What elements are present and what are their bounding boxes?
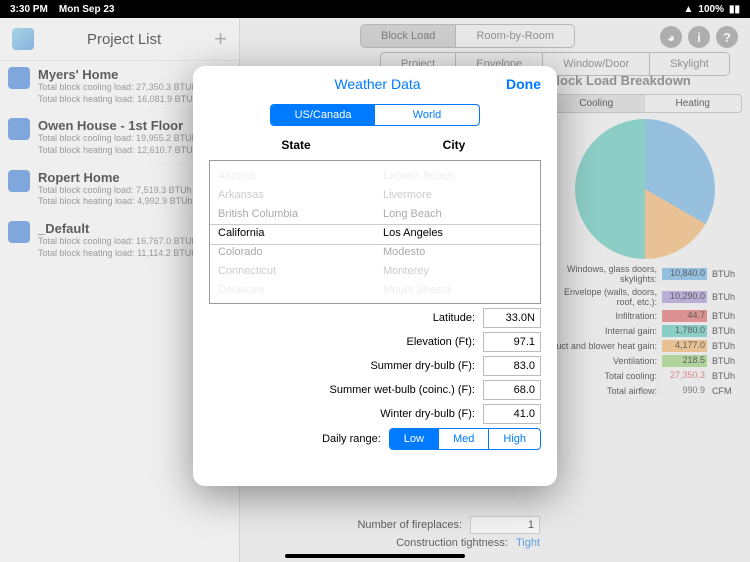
- picker-item[interactable]: Los Angeles: [383, 227, 532, 239]
- latitude-input[interactable]: 33.0N: [483, 308, 541, 328]
- breakdown-row: Ventilation:218.5BTUh: [547, 355, 742, 367]
- breakdown-row: Envelope (walls, doors, roof, etc.):10,2…: [547, 287, 742, 307]
- home-icon: [8, 221, 30, 243]
- tab-heating[interactable]: Heating: [645, 95, 742, 112]
- top-segment-main[interactable]: Block Load Room-by-Room: [360, 24, 575, 48]
- breakdown-row: Total cooling:27,350.3BTUh: [547, 370, 742, 382]
- info-icon[interactable]: i: [688, 26, 710, 48]
- tab-block-load[interactable]: Block Load: [361, 25, 456, 47]
- picker-item[interactable]: Modesto: [383, 246, 532, 258]
- breakdown-row: Windows, glass doors, skylights:10,840.0…: [547, 264, 742, 284]
- project-list-title: Project List: [87, 31, 161, 48]
- project-name: Ropert Home: [38, 170, 193, 185]
- wifi-icon: ▲: [684, 4, 694, 15]
- picker-item[interactable]: Long Beach: [383, 208, 532, 220]
- project-heating: Total block heating load: 16,081.9 BTUh: [38, 94, 198, 106]
- summer-dry-input[interactable]: 83.0: [483, 356, 541, 376]
- region-us-canada[interactable]: US/Canada: [271, 105, 375, 125]
- tightness-label: Construction tightness:: [396, 537, 508, 549]
- project-cooling: Total block cooling load: 16,767.0 BTUh: [38, 236, 197, 248]
- latitude-label: Latitude:: [433, 312, 475, 324]
- home-icon: [8, 170, 30, 192]
- picker-item[interactable]: Colorado: [218, 246, 367, 258]
- cooling-heating-segment[interactable]: Cooling Heating: [547, 94, 742, 113]
- breakdown-row: Total airflow:990.9CFM: [547, 385, 742, 397]
- picker-item[interactable]: Livermore: [383, 189, 532, 201]
- modal-title: Weather Data: [249, 76, 506, 92]
- chart-icon[interactable]: ◕: [660, 26, 682, 48]
- region-segment[interactable]: US/Canada World: [270, 104, 480, 126]
- picker-item[interactable]: British Columbia: [218, 208, 367, 220]
- picker-item[interactable]: Arizona: [218, 170, 367, 182]
- breakdown-row: Duct and blower heat gain:4,177.0BTUh: [547, 340, 742, 352]
- range-high[interactable]: High: [489, 429, 540, 449]
- tab-cooling[interactable]: Cooling: [548, 95, 645, 112]
- status-time: 3:30 PM: [10, 4, 48, 15]
- city-header: City: [375, 134, 533, 156]
- project-name: Owen House - 1st Floor: [38, 118, 198, 133]
- weather-data-modal: Weather Data Done US/Canada World State …: [193, 66, 557, 486]
- picker-item[interactable]: Monterey: [383, 265, 532, 277]
- summer-dry-label: Summer dry-bulb (F):: [370, 360, 475, 372]
- home-icon: [8, 67, 30, 89]
- home-icon: [8, 118, 30, 140]
- daily-range-segment[interactable]: Low Med High: [389, 428, 541, 450]
- summer-wet-input[interactable]: 68.0: [483, 380, 541, 400]
- breakdown-title: Block Load Breakdown: [547, 73, 742, 88]
- picker-item[interactable]: Mount Shasta: [383, 284, 532, 296]
- picker-item[interactable]: Laguna Beach: [383, 170, 532, 182]
- region-world[interactable]: World: [375, 105, 479, 125]
- summer-wet-label: Summer wet-bulb (coinc.) (F):: [330, 384, 475, 396]
- picker-item[interactable]: Delaware: [218, 284, 367, 296]
- winter-dry-input[interactable]: 41.0: [483, 404, 541, 424]
- project-name: Myers' Home: [38, 67, 198, 82]
- range-med[interactable]: Med: [439, 429, 489, 449]
- pie-chart: [575, 119, 715, 259]
- status-date: Mon Sep 23: [59, 4, 115, 15]
- picker-item[interactable]: Connecticut: [218, 265, 367, 277]
- help-icon[interactable]: ?: [716, 26, 738, 48]
- home-indicator[interactable]: [285, 554, 465, 558]
- range-low[interactable]: Low: [390, 429, 439, 449]
- location-picker[interactable]: Arizona Arkansas British Columbia Californi…: [209, 160, 541, 304]
- status-bar: 3:30 PM Mon Sep 23 ▲ 100% ▮▮: [0, 0, 750, 18]
- add-project-icon[interactable]: +: [214, 26, 227, 52]
- project-cooling: Total block cooling load: 27,350.3 BTUh: [38, 82, 198, 94]
- picker-item[interactable]: California: [218, 227, 367, 239]
- battery-icon: ▮▮: [729, 4, 740, 15]
- daily-range-label: Daily range:: [322, 433, 381, 445]
- breakdown-row: Infiltration:44.7BTUh: [547, 310, 742, 322]
- project-name: _Default: [38, 221, 197, 236]
- state-picker[interactable]: Arizona Arkansas British Columbia Californi…: [210, 161, 375, 303]
- project-heating: Total block heating load: 12,610.7 BTUh: [38, 145, 198, 157]
- project-cooling: Total block cooling load: 19,955.2 BTUh: [38, 133, 198, 145]
- done-button[interactable]: Done: [506, 76, 541, 92]
- elevation-label: Elevation (Ft):: [407, 336, 475, 348]
- app-icon: [12, 28, 34, 50]
- winter-dry-label: Winter dry-bulb (F):: [380, 408, 475, 420]
- tab-window-door[interactable]: Window/Door: [543, 53, 650, 75]
- city-picker[interactable]: Laguna Beach Livermore Long Beach Los Angel…: [375, 161, 540, 303]
- project-heating: Total block heating load: 4,992.9 BTUh: [38, 196, 193, 208]
- elevation-input[interactable]: 97.1: [483, 332, 541, 352]
- tightness-value[interactable]: Tight: [516, 537, 540, 549]
- project-cooling: Total block cooling load: 7,519.3 BTUh: [38, 185, 193, 197]
- breakdown-row: Internal gain:1,780.0BTUh: [547, 325, 742, 337]
- fireplaces-label: Number of fireplaces:: [357, 519, 462, 531]
- project-heating: Total block heating load: 11,114.2 BTUh: [38, 248, 197, 260]
- state-header: State: [217, 134, 375, 156]
- battery-pct: 100%: [698, 4, 724, 15]
- fireplaces-input[interactable]: 1: [470, 516, 540, 534]
- tab-skylight[interactable]: Skylight: [650, 53, 729, 75]
- tab-room-by-room[interactable]: Room-by-Room: [456, 25, 574, 47]
- picker-item[interactable]: Arkansas: [218, 189, 367, 201]
